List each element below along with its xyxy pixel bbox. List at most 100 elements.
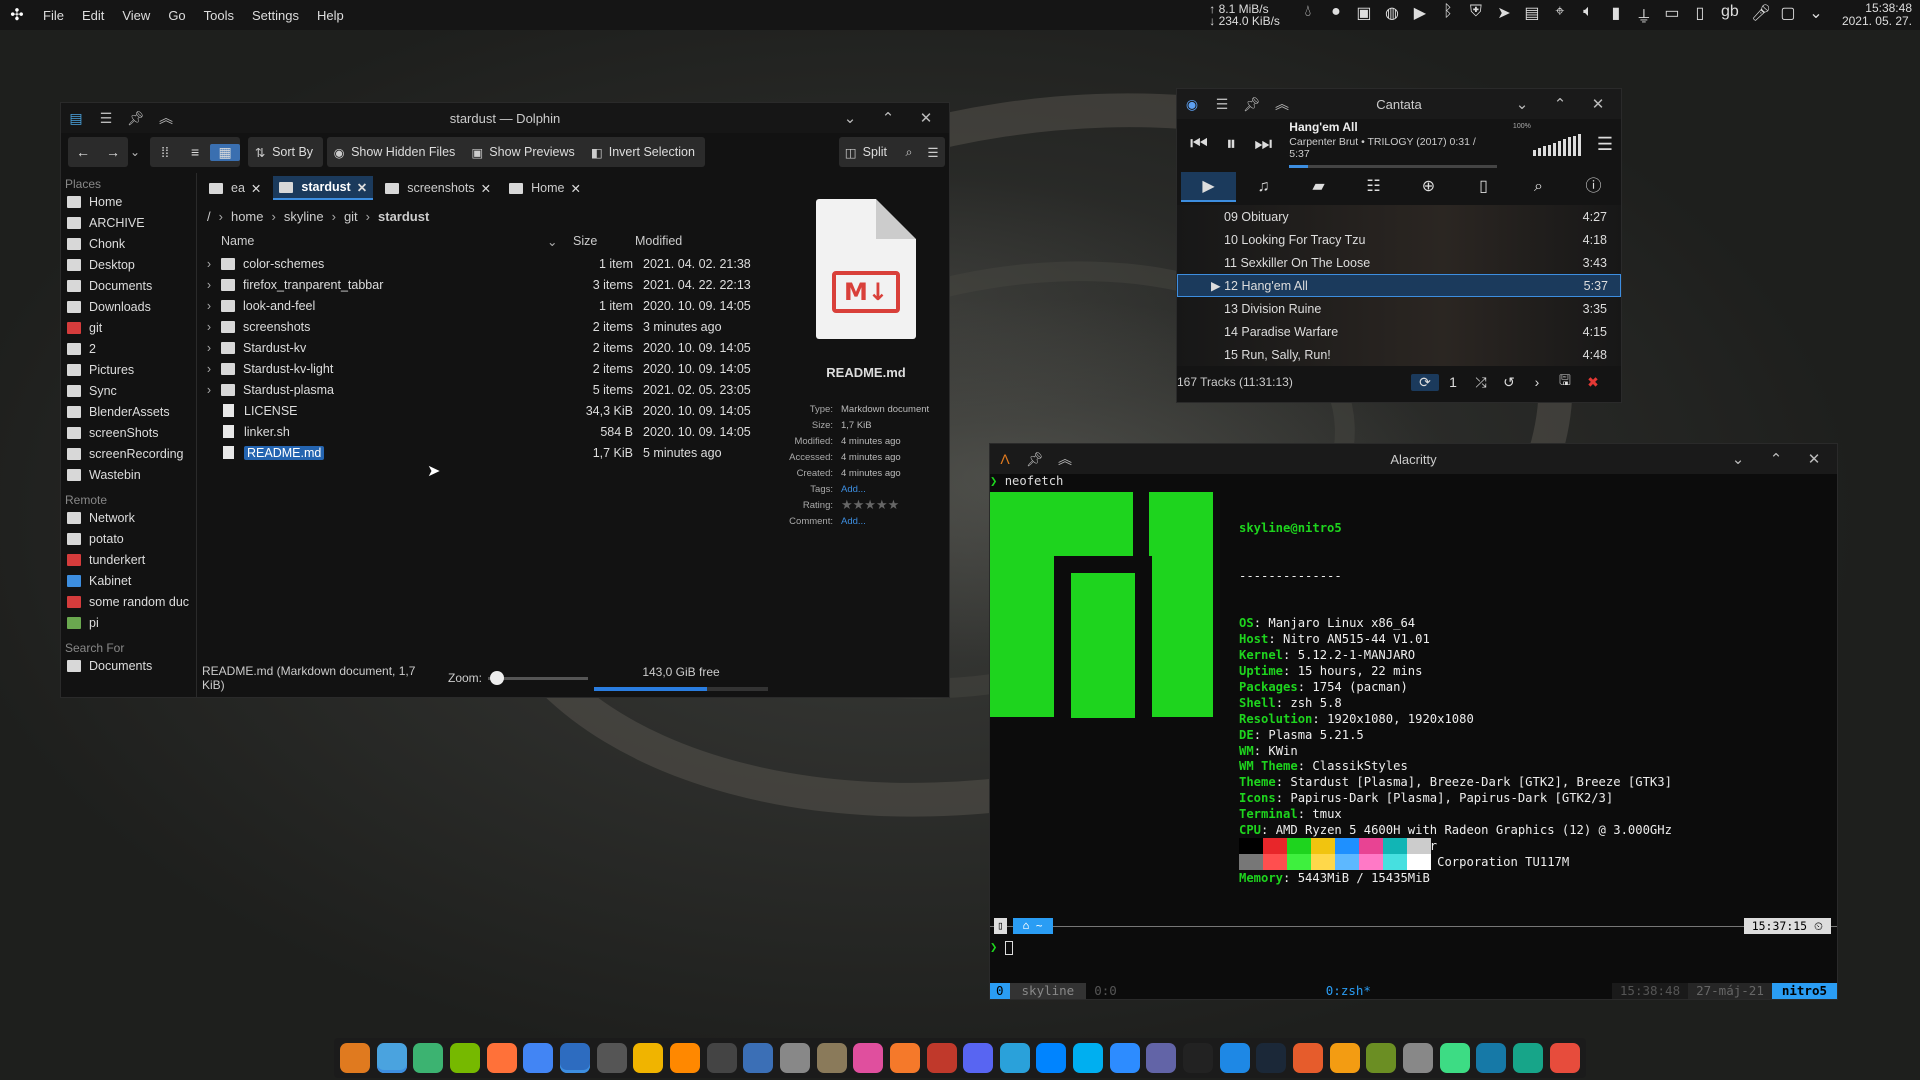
battery-icon[interactable]: ▮ [1607, 3, 1625, 27]
col-size[interactable]: Size [567, 234, 635, 248]
minimize-icon[interactable]: ⌄ [831, 109, 869, 127]
shield-icon[interactable]: ⛨ [1467, 3, 1485, 27]
maximize-icon[interactable]: ⌃ [1757, 450, 1795, 468]
place-potato[interactable]: potato [61, 528, 196, 549]
track-row[interactable]: 09 Obituary 4:27 [1177, 205, 1621, 228]
expand-icon[interactable]: › [197, 257, 221, 271]
menu-go[interactable]: Go [159, 8, 194, 23]
keep-above-icon[interactable]: ︽ [1267, 94, 1297, 114]
shuffle-icon[interactable]: ⤮ [1467, 374, 1495, 391]
back-icon[interactable]: ← [68, 144, 98, 160]
location-icon[interactable]: ⌖ [1551, 3, 1569, 27]
vlc-icon[interactable] [669, 1043, 700, 1073]
seek-bar[interactable] [1289, 165, 1497, 168]
forward-icon[interactable]: → [98, 144, 128, 160]
place-kabinet[interactable]: Kabinet [61, 570, 196, 591]
table-row[interactable]: LICENSE 34,3 KiB 2020. 10. 09. 14:05 [197, 400, 776, 421]
place-pictures[interactable]: Pictures [61, 359, 196, 380]
place-documents[interactable]: Documents [61, 275, 196, 296]
archive-icon[interactable] [926, 1043, 957, 1073]
maximize-icon[interactable]: ⌃ [1541, 95, 1579, 113]
gitkraken-icon[interactable] [1513, 1043, 1543, 1073]
place-archive[interactable]: ARCHIVE [61, 212, 196, 233]
launcher-icon[interactable]: ✣ [0, 5, 34, 25]
app-icon[interactable]: ◉ [1177, 96, 1207, 113]
place-pi[interactable]: pi [61, 612, 196, 633]
place-2[interactable]: 2 [61, 338, 196, 359]
icons-view-icon[interactable]: ⁞⁞ [150, 144, 180, 160]
place-git[interactable]: git [61, 317, 196, 338]
display-icon[interactable]: ▭ [1663, 3, 1681, 27]
add-comment-link[interactable]: Add... [841, 516, 931, 527]
notification-icon[interactable]: ▣ [1355, 3, 1373, 27]
menu-icon[interactable]: ☰ [1207, 96, 1237, 113]
minecraft-icon[interactable] [1366, 1043, 1397, 1073]
play-icon[interactable]: ▶ [1411, 3, 1429, 27]
telegram-icon[interactable]: ➤ [1495, 3, 1513, 27]
close-tab-icon[interactable]: ✕ [251, 181, 261, 196]
keep-above-icon[interactable]: ︽ [151, 108, 181, 128]
table-row[interactable]: linker.sh 584 B 2020. 10. 09. 14:05 [197, 421, 776, 442]
zoom-icon[interactable] [1109, 1043, 1140, 1073]
menu-help[interactable]: Help [308, 8, 353, 23]
single-mode-button[interactable]: 1 [1439, 374, 1467, 390]
tab-home[interactable]: Home ✕ [503, 176, 587, 200]
microphone-icon[interactable]: 🎤︎ [1751, 3, 1771, 27]
close-tab-icon[interactable]: ✕ [357, 180, 367, 195]
place-screenshots[interactable]: screenShots [61, 422, 196, 443]
table-row[interactable]: README.md 1,7 KiB 5 minutes ago [197, 442, 776, 463]
table-row[interactable]: › firefox_tranparent_tabbar 3 items 2021. 0… [197, 274, 776, 295]
place-screenrecording[interactable]: screenRecording [61, 443, 196, 464]
expand-icon[interactable]: › [197, 341, 221, 355]
play-queue-tab-icon[interactable]: ▶ [1181, 172, 1236, 202]
close-icon[interactable]: ✕ [1579, 95, 1617, 113]
search-icon[interactable]: ⌕ [897, 145, 921, 160]
chevron-down-icon[interactable]: ⌄ [1807, 3, 1825, 27]
show-hidden-button[interactable]: ◉ Show Hidden Files ▣ Show Previews ◧ Invert … [327, 137, 705, 167]
menu-tools[interactable]: Tools [195, 8, 243, 23]
volume-control[interactable]: 100% [1513, 123, 1583, 156]
obs-icon[interactable] [706, 1043, 737, 1073]
circle-icon[interactable]: ● [1327, 3, 1345, 27]
folders-tab-icon[interactable]: ▰ [1291, 172, 1346, 202]
alacritty-icon[interactable] [340, 1043, 370, 1073]
sort-button[interactable]: ⇅ Sort By [248, 137, 324, 167]
crumb-skyline[interactable]: skyline [284, 209, 324, 224]
table-row[interactable]: › look-and-feel 1 item 2020. 10. 09. 14:05 [197, 295, 776, 316]
chevron-down-icon[interactable]: ⌄ [130, 145, 140, 159]
music-icon[interactable] [633, 1043, 664, 1073]
nvidia-icon[interactable] [449, 1043, 480, 1073]
place-blenderassets[interactable]: BlenderAssets [61, 401, 196, 422]
keep-above-icon[interactable]: ︽ [1050, 449, 1080, 469]
keyboard-layout[interactable]: gb [1719, 3, 1741, 27]
library-tab-icon[interactable]: ♫ [1236, 172, 1291, 202]
crumb-home[interactable]: home [231, 209, 264, 224]
place-tunderkert[interactable]: tunderkert [61, 549, 196, 570]
close-icon[interactable]: ✕ [907, 109, 945, 127]
track-row[interactable]: ▶ 12 Hang'em All 5:37 [1177, 274, 1621, 297]
alacritty-app-icon[interactable]: Λ [990, 451, 1020, 467]
menu-settings[interactable]: Settings [243, 8, 308, 23]
table-row[interactable]: › Stardust-kv-light 2 items 2020. 10. 09. 1… [197, 358, 776, 379]
menu-icon[interactable]: ☰ [91, 110, 121, 127]
zoom-slider[interactable] [488, 671, 589, 685]
teams-icon[interactable] [1146, 1043, 1177, 1073]
place-some-random-duc[interactable]: some random duc [61, 591, 196, 612]
track-row[interactable]: 13 Division Ruine 3:35 [1177, 297, 1621, 320]
table-row[interactable]: › Stardust-plasma 5 items 2021. 02. 05. 23:… [197, 379, 776, 400]
playlists-tab-icon[interactable]: ☷ [1346, 172, 1401, 202]
repeat-icon[interactable]: ⟳ [1411, 373, 1439, 391]
close-icon[interactable]: ✕ [1795, 450, 1833, 468]
track-row[interactable]: 10 Looking For Tracy Tzu 4:18 [1177, 228, 1621, 251]
app-icon[interactable]: ▤ [61, 110, 91, 127]
crumb-stardust[interactable]: stardust [378, 209, 429, 224]
info-tab-icon[interactable]: ⓘ [1566, 172, 1621, 202]
chrome-icon[interactable] [523, 1043, 554, 1073]
table-row[interactable]: › screenshots 2 items 3 minutes ago [197, 316, 776, 337]
blender-icon[interactable] [889, 1043, 920, 1073]
usb-icon[interactable] [1403, 1043, 1434, 1073]
monitor-icon[interactable]: ▢ [1779, 3, 1797, 27]
android-icon[interactable] [1439, 1043, 1470, 1073]
main-menu-icon[interactable]: ☰ [1589, 134, 1621, 155]
crumb-root[interactable]: / [207, 209, 211, 224]
